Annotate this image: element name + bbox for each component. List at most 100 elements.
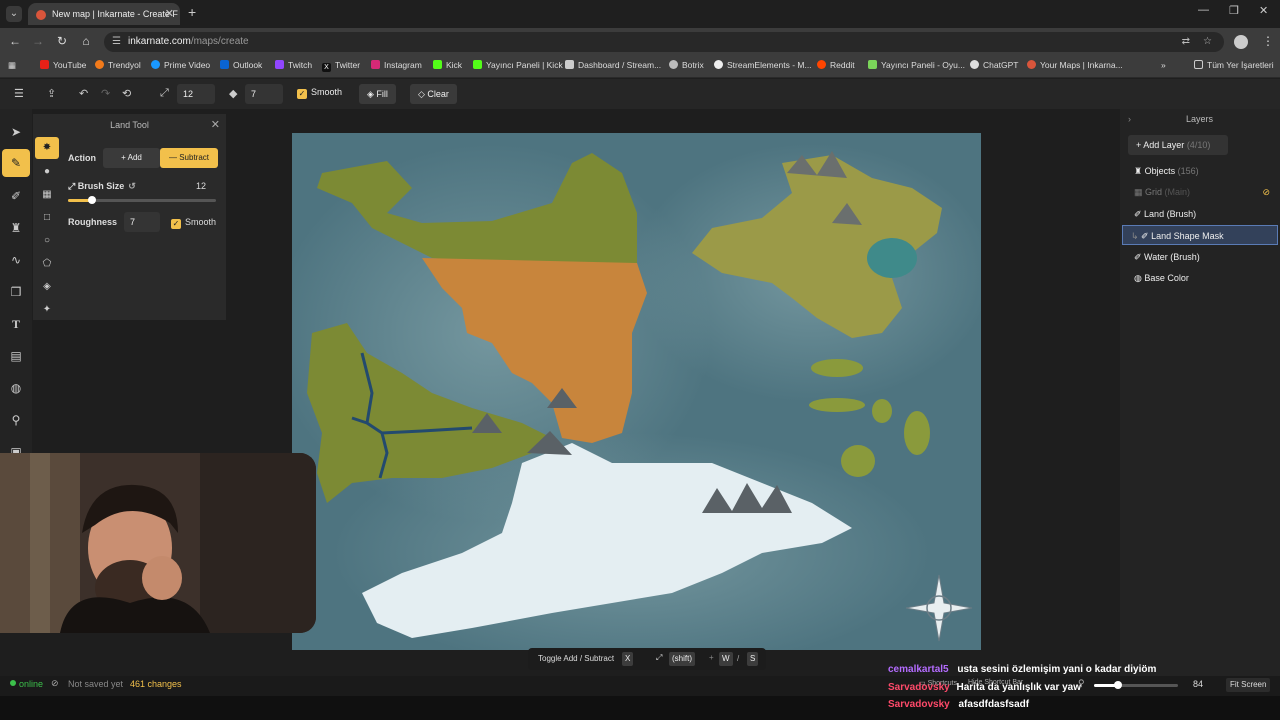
castle-stamp-icon[interactable]: ♜ [8, 220, 24, 236]
circle-shape-icon[interactable]: ○ [39, 233, 55, 249]
roughness-input[interactable]: 7 [245, 84, 283, 104]
minimize-icon[interactable]: — [1198, 4, 1209, 16]
bookmark-youtube[interactable]: YouTube [40, 60, 86, 70]
layer-land-shape-mask[interactable]: ↳ ✐ Land Shape Mask [1122, 225, 1278, 245]
text-tool-icon[interactable]: T [8, 316, 24, 332]
layer-grid[interactable]: ▦ Grid (Main) ⊘ [1122, 182, 1278, 202]
fantasy-map-canvas[interactable] [292, 133, 981, 650]
layer-water-brush[interactable]: ✐ Water (Brush) [1122, 247, 1278, 267]
browser-tab[interactable]: New map | Inkarnate - Create F ✕ [28, 3, 180, 25]
globe-icon[interactable]: ◍ [8, 380, 24, 396]
history-icon[interactable]: ⟲ [122, 87, 131, 100]
all-bookmarks[interactable]: Tüm Yer İşaretleri [1194, 60, 1274, 70]
select-tool-icon[interactable]: ➤ [8, 124, 24, 140]
pentagon-shape-icon[interactable]: ⬠ [39, 256, 55, 272]
profile-avatar[interactable] [1234, 35, 1248, 49]
layers-panel: › Layers + Add Layer (4/10) ♜ Objects (1… [1120, 109, 1280, 676]
circle-brush-icon[interactable]: ● [39, 164, 55, 180]
chat-message: Sarvadovsky Harita da yanlışlık var yaw [888, 682, 1081, 693]
roughness-field[interactable]: 7 [124, 212, 160, 232]
layer-objects[interactable]: ♜ Objects (156) [1122, 161, 1278, 181]
subtract-label: Subtract [179, 153, 210, 162]
menu-icon[interactable]: ☰ [14, 87, 24, 100]
slider-knob[interactable] [87, 196, 96, 204]
changes-count[interactable]: 461 changes [130, 679, 182, 689]
subtract-button[interactable]: — Subtract [160, 148, 218, 168]
home-icon[interactable]: ⌂ [78, 34, 94, 48]
bookmark-instagram[interactable]: Instagram [371, 60, 422, 70]
paint-brush-icon[interactable]: ✐ [8, 188, 24, 204]
path-tool-icon[interactable]: ∿ [8, 252, 24, 268]
apps-grid-icon[interactable]: ▦ [8, 60, 16, 71]
bookmark-yayinci-panel[interactable]: Yayıncı Paneli - Oyu... [868, 60, 965, 70]
forward-icon[interactable]: → [30, 34, 46, 48]
bookmark-botrix[interactable]: Botrix [669, 60, 704, 70]
more-bookmarks-icon[interactable]: » [1161, 60, 1166, 70]
land-tool-icon[interactable]: ✎ [2, 149, 30, 177]
browser-menu-icon[interactable]: ⋮ [1260, 34, 1276, 48]
reload-icon[interactable]: ↻ [54, 34, 70, 48]
reset-icon[interactable]: ↺ [128, 181, 136, 191]
fill-button[interactable]: ◈ Fill [359, 84, 396, 104]
site-info-icon[interactable]: ☰ [112, 32, 121, 52]
redo-icon[interactable]: ↷ [101, 87, 110, 100]
hidden-eye-icon[interactable]: ⊘ [1262, 182, 1270, 202]
new-tab-icon[interactable]: + [188, 4, 196, 20]
brush-size-input[interactable]: 12 [177, 84, 215, 104]
notes-icon[interactable]: ▤ [8, 348, 24, 364]
address-bar: ← → ↻ ⌂ ☰ inkarnate.com/maps/create ⇄ ☆ … [0, 28, 1280, 56]
add-button[interactable]: + Add [103, 148, 160, 168]
bookmark-chatgpt[interactable]: ChatGPT [970, 60, 1018, 70]
bookmark-star-icon[interactable]: ☆ [1203, 32, 1212, 52]
bookmark-streamelements[interactable]: StreamElements - M... [714, 60, 812, 70]
translate-icon[interactable]: ⇄ [1182, 32, 1190, 52]
status-bar: online ⊘ Not saved yet 461 changes ▭ Sho… [0, 676, 1280, 696]
bookmark-outlook[interactable]: Outlook [220, 60, 262, 70]
layer-land-brush[interactable]: ✐ Land (Brush) [1122, 204, 1278, 224]
tab-search-icon[interactable]: ⌄ [6, 6, 22, 22]
bookmark-dashboard[interactable]: Dashboard / Stream... [565, 60, 661, 70]
roughness-icon: ◆ [229, 88, 238, 100]
zoom-slider[interactable] [1094, 681, 1178, 689]
magic-wand-icon[interactable]: ✦ [39, 302, 55, 318]
fit-screen-button[interactable]: Fit Screen [1226, 678, 1271, 692]
zoom-knob[interactable] [1113, 681, 1122, 689]
collapse-panel-icon[interactable]: › [1128, 114, 1131, 124]
url-input[interactable]: ☰ inkarnate.com/maps/create ⇄ ☆ [104, 32, 1224, 52]
plus-icon: + [709, 653, 714, 662]
bookmark-kick[interactable]: Kick [433, 60, 462, 70]
castle-layer-icon: ♜ [1134, 166, 1145, 176]
star-brush-icon[interactable]: ✸ [35, 137, 59, 159]
bookmark-your-maps[interactable]: Your Maps | Inkarna... [1027, 60, 1123, 70]
smooth-checkbox[interactable]: ✓ Smooth [171, 217, 216, 229]
layer-base-color[interactable]: ◍ Base Color [1122, 268, 1278, 288]
zoom-value[interactable]: 84 [1193, 679, 1203, 689]
bookmark-prime-video[interactable]: Prime Video [151, 60, 210, 70]
undo-icon[interactable]: ↶ [79, 87, 88, 100]
smooth-checkbox[interactable]: ✓ Smooth [297, 87, 342, 99]
back-icon[interactable]: ← [7, 34, 23, 48]
bookmarks-bar: ▦ YouTube Trendyol Prime Video Outlook T… [0, 56, 1280, 78]
square-shape-icon[interactable]: □ [39, 210, 55, 226]
clear-button[interactable]: ◇ Clear [410, 84, 457, 104]
panel-close-icon[interactable]: ✕ [211, 118, 220, 131]
export-icon[interactable]: ⇪ [47, 87, 56, 100]
bookmark-label: Trendyol [108, 60, 141, 70]
bookmark-kick-panel[interactable]: Yayıncı Paneli | Kick [473, 60, 563, 70]
zoom-icon[interactable]: ⚲ [8, 412, 24, 428]
shapes-tool-icon[interactable]: ❒ [8, 284, 24, 300]
add-layer-button[interactable]: + Add Layer (4/10) [1128, 135, 1228, 155]
bookmark-twitter[interactable]: X Twitter [322, 60, 360, 72]
chat-text: usta sesini özlemişim yani o kadar diyiö… [957, 664, 1157, 675]
brush-size-value[interactable]: 12 [196, 181, 206, 191]
bookmark-twitch[interactable]: Twitch [275, 60, 312, 70]
tool-rail: ➤ ✎ ✐ ♜ ∿ ❒ T ▤ ◍ ⚲ ▣ [0, 109, 32, 469]
fill-bucket-icon[interactable]: ◈ [39, 279, 55, 295]
grid-brush-icon[interactable]: ▦ [39, 187, 55, 203]
bookmark-reddit[interactable]: Reddit [817, 60, 855, 70]
maximize-icon[interactable]: ❐ [1229, 4, 1239, 17]
window-close-icon[interactable]: ✕ [1259, 4, 1268, 17]
tab-close-icon[interactable]: ✕ [165, 3, 174, 25]
brush-size-slider[interactable] [68, 196, 216, 204]
bookmark-trendyol[interactable]: Trendyol [95, 60, 141, 70]
